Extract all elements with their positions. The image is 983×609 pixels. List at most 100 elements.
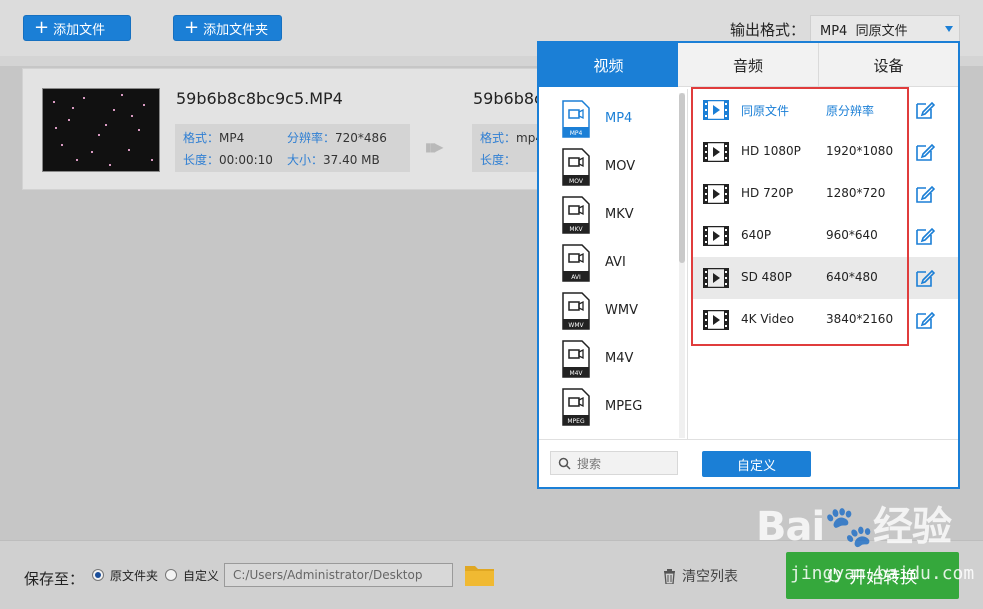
target-duration-key: 长度：: [480, 153, 517, 167]
preset-row[interactable]: HD 1080P 1920*1080: [691, 131, 958, 173]
film-icon: [703, 310, 729, 330]
search-placeholder: 搜索: [577, 456, 602, 471]
preset-name: 同原文件: [741, 104, 790, 118]
preset-resolution: 3840*2160: [826, 312, 894, 326]
preset-name: 640P: [741, 228, 772, 242]
format-badge-text: WMV: [568, 322, 584, 329]
format-item[interactable]: MP4 MP4: [539, 95, 679, 143]
convert-arrow-icon: ▮▮▶: [425, 140, 443, 154]
preset-name: HD 720P: [741, 186, 794, 200]
source-info: 格式：MP4 分辨率：720*486 长度：00:00:10 大小：37.40 …: [175, 124, 410, 172]
video-file-icon: WMV: [562, 292, 590, 330]
preset-resolution: 640*480: [826, 270, 878, 284]
scrollbar-thumb[interactable]: [679, 93, 685, 263]
tab-audio[interactable]: 音频: [678, 43, 818, 87]
output-format-value: MP4 同原文件: [820, 23, 908, 39]
preset-row[interactable]: 640P 960*640: [691, 215, 958, 257]
format-item[interactable]: WMV WMV: [539, 287, 679, 335]
source-folder-label: 原文件夹: [110, 569, 159, 583]
format-badge-text: MOV: [569, 178, 584, 185]
format-key: 格式：: [183, 131, 220, 145]
preset-row[interactable]: 同原文件 原分辨率: [691, 89, 958, 131]
watermark-brand: Bai: [756, 504, 825, 550]
format-badge-text: MPEG: [567, 418, 585, 425]
preset-row[interactable]: HD 720P 1280*720: [691, 173, 958, 215]
film-icon: [703, 142, 729, 162]
video-file-icon: AVI: [562, 244, 590, 282]
format-item[interactable]: M4V M4V: [539, 335, 679, 383]
preset-name: SD 480P: [741, 270, 792, 284]
preset-name: 4K Video: [741, 312, 794, 326]
custom-folder-label: 自定义: [183, 569, 220, 583]
video-file-icon: MOV: [562, 148, 590, 186]
preset-name: HD 1080P: [741, 144, 801, 158]
format-item[interactable]: AVI AVI: [539, 239, 679, 287]
preset-resolution: 1920*1080: [826, 144, 894, 158]
divider: [687, 89, 688, 439]
add-folder-label: 添加文件夹: [203, 22, 269, 38]
custom-button[interactable]: 自定义: [702, 451, 811, 477]
edit-icon[interactable]: [915, 310, 935, 330]
preset-resolution: 960*640: [826, 228, 878, 242]
output-format-select[interactable]: MP4 同原文件: [810, 15, 960, 43]
trash-icon: [664, 568, 675, 584]
format-list: MP4 MP4 MOV MOV MKV MKV AVI AVI WMV WMV M4V M4V MPEG…: [539, 89, 687, 439]
video-file-icon: M4V: [562, 340, 590, 378]
format-list-scrollbar[interactable]: [679, 93, 685, 438]
preset-row[interactable]: SD 480P 640*480: [691, 257, 958, 299]
size-value: 37.40 MB: [323, 153, 380, 167]
add-file-label: 添加文件: [53, 22, 106, 38]
search-icon: [558, 457, 571, 470]
target-format-key: 格式：: [480, 131, 517, 145]
preset-resolution: 原分辨率: [826, 104, 875, 118]
film-icon: [703, 226, 729, 246]
edit-icon[interactable]: [915, 100, 935, 120]
clear-list-label: 清空列表: [682, 569, 738, 585]
watermark-logo: Bai🐾经验: [756, 494, 952, 552]
add-folder-button[interactable]: + 添加文件夹: [173, 15, 282, 41]
format-label: MOV: [605, 159, 636, 174]
folder-icon[interactable]: [464, 563, 495, 587]
add-file-button[interactable]: + 添加文件: [23, 15, 131, 41]
preset-row[interactable]: 4K Video 3840*2160: [691, 299, 958, 341]
format-item[interactable]: MOV MOV: [539, 143, 679, 191]
format-badge-text: MP4: [570, 130, 583, 137]
clear-list-button[interactable]: 清空列表: [662, 566, 738, 586]
preset-resolution: 1280*720: [826, 186, 886, 200]
resolution-key: 分辨率：: [287, 131, 336, 145]
film-icon: [703, 100, 729, 120]
video-file-icon: MPEG: [562, 388, 590, 426]
dropdown-caret-icon: [945, 26, 953, 32]
format-tabs: 视频 音频 设备: [539, 43, 958, 87]
source-folder-radio[interactable]: [92, 569, 104, 581]
format-label: MP4: [605, 111, 633, 126]
divider: [539, 439, 958, 440]
paw-icon: 🐾: [824, 504, 874, 550]
film-icon: [703, 268, 729, 288]
output-path-input[interactable]: [224, 563, 453, 587]
format-item[interactable]: MKV MKV: [539, 191, 679, 239]
save-to-label: 保存至：: [24, 570, 85, 588]
video-thumbnail: [42, 88, 160, 172]
format-search-input[interactable]: 搜索: [550, 451, 678, 475]
watermark-url: jingyan.baidu.com: [790, 563, 975, 584]
edit-icon[interactable]: [915, 268, 935, 288]
format-badge-text: M4V: [569, 370, 583, 377]
format-badge-text: MKV: [569, 226, 583, 233]
target-info: 格式：mp4 长度：: [472, 124, 543, 172]
resolution-value: 720*486: [335, 131, 387, 145]
format-label: WMV: [605, 303, 638, 318]
output-format-label: 输出格式：: [730, 21, 806, 39]
watermark-brand-cn: 经验: [873, 504, 952, 550]
edit-icon[interactable]: [915, 226, 935, 246]
custom-folder-radio[interactable]: [165, 569, 177, 581]
tab-device[interactable]: 设备: [818, 43, 958, 87]
format-label: MKV: [605, 207, 634, 222]
edit-icon[interactable]: [915, 142, 935, 162]
format-item[interactable]: MPEG MPEG: [539, 383, 679, 431]
target-file-name: 59b6b8c: [473, 89, 543, 108]
format-label: MPEG: [605, 399, 643, 414]
tab-video[interactable]: 视频: [539, 43, 678, 87]
video-file-icon: MKV: [562, 196, 590, 234]
edit-icon[interactable]: [915, 184, 935, 204]
